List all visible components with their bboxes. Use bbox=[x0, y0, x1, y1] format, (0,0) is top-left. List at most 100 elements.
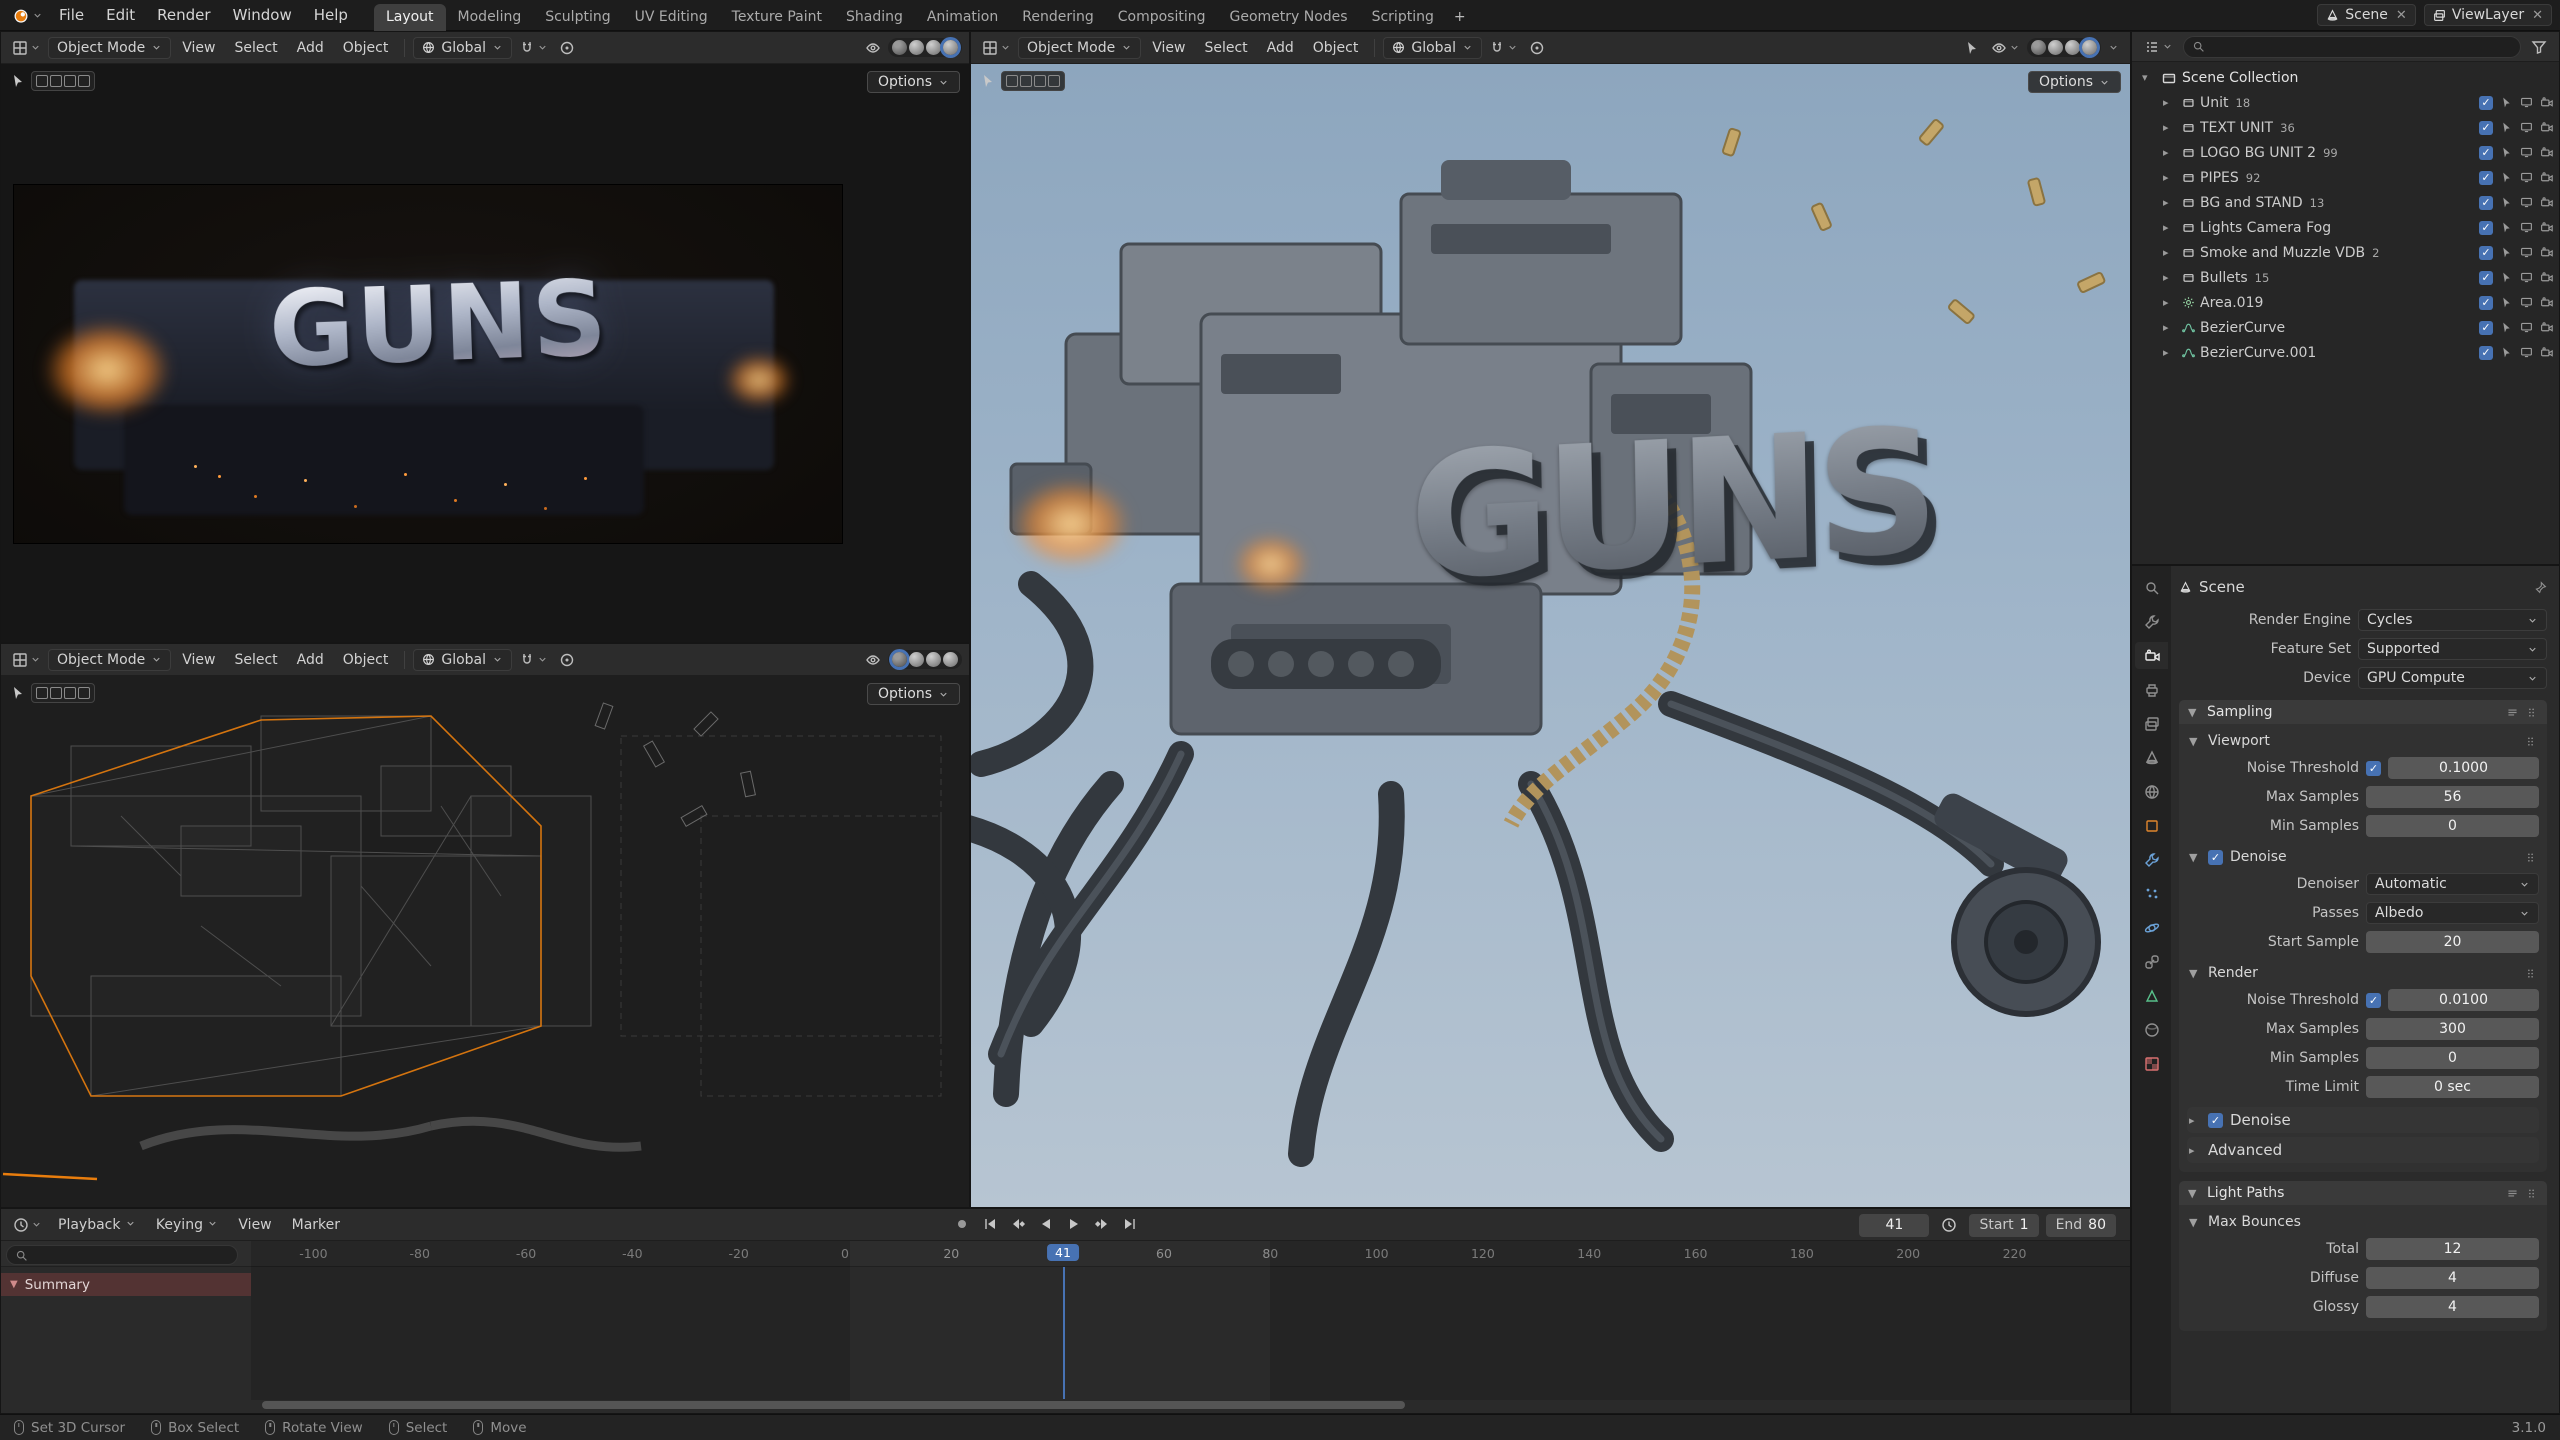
shading-material-icon[interactable] bbox=[926, 40, 941, 55]
tab-texture[interactable] bbox=[2135, 1050, 2168, 1077]
preset-icon[interactable] bbox=[2506, 706, 2519, 719]
transform-orientation-select[interactable]: Global bbox=[413, 37, 512, 59]
exclude-checkbox[interactable] bbox=[2479, 96, 2493, 110]
playhead-frame-label[interactable]: 41 bbox=[1047, 1244, 1079, 1261]
selectable-icon[interactable] bbox=[2500, 171, 2513, 184]
denoise-checkbox[interactable] bbox=[2208, 850, 2223, 865]
proportional-edit-icon[interactable] bbox=[1525, 37, 1549, 59]
select-tool-group[interactable] bbox=[31, 71, 95, 91]
outliner-item[interactable]: ▸Smoke and Muzzle VDB2 bbox=[2132, 240, 2559, 265]
previous-keyframe-button[interactable] bbox=[1005, 1212, 1031, 1236]
sampling-panel-header[interactable]: ▼Sampling bbox=[2179, 700, 2547, 724]
tab-object[interactable] bbox=[2135, 812, 2168, 839]
overlays-icon[interactable] bbox=[861, 649, 885, 671]
shading-solid-icon[interactable] bbox=[909, 40, 924, 55]
disable-in-render-icon[interactable] bbox=[2540, 271, 2553, 284]
selectable-icon[interactable] bbox=[2500, 296, 2513, 309]
max-bounces-subpanel-header[interactable]: ▼Max Bounces bbox=[2187, 1211, 2539, 1233]
viewport-menu-add[interactable]: Add bbox=[289, 38, 332, 58]
main-viewport-canvas[interactable]: Options bbox=[971, 64, 2130, 1207]
disable-in-render-icon[interactable] bbox=[2540, 296, 2553, 309]
viewport-menu-view[interactable]: View bbox=[1144, 38, 1193, 58]
viewport-subpanel-header[interactable]: ▼Viewport bbox=[2187, 730, 2539, 752]
disable-in-render-icon[interactable] bbox=[2540, 146, 2553, 159]
denoise-subpanel-header[interactable]: ▼ Denoise bbox=[2187, 846, 2539, 868]
workspace-tab-uv-editing[interactable]: UV Editing bbox=[623, 4, 720, 31]
shading-rendered-icon[interactable] bbox=[943, 40, 958, 55]
overlays-icon[interactable] bbox=[1987, 37, 2024, 59]
expand-icon[interactable]: ▸ bbox=[2163, 121, 2177, 134]
exclude-checkbox[interactable] bbox=[2479, 221, 2493, 235]
glossy-bounces-field[interactable]: 4 bbox=[2366, 1296, 2539, 1318]
expand-icon[interactable]: ▾ bbox=[2142, 71, 2156, 84]
expand-icon[interactable]: ▸ bbox=[2163, 196, 2177, 209]
playhead[interactable] bbox=[1063, 1267, 1065, 1399]
overlays-icon[interactable] bbox=[861, 37, 885, 59]
shading-wireframe-icon[interactable] bbox=[2031, 40, 2046, 55]
selectable-icon[interactable] bbox=[2500, 146, 2513, 159]
select-tool-group[interactable] bbox=[31, 683, 95, 703]
next-keyframe-button[interactable] bbox=[1089, 1212, 1115, 1236]
preset-icon[interactable] bbox=[2506, 1187, 2519, 1200]
shading-solid-icon[interactable] bbox=[909, 652, 924, 667]
tab-material[interactable] bbox=[2135, 1016, 2168, 1043]
tab-constraints[interactable] bbox=[2135, 948, 2168, 975]
current-frame-field[interactable]: 41 bbox=[1859, 1214, 1929, 1237]
menu-file[interactable]: File bbox=[49, 3, 94, 27]
exclude-checkbox[interactable] bbox=[2479, 321, 2493, 335]
start-sample-field[interactable]: 20 bbox=[2366, 931, 2539, 953]
selectable-icon[interactable] bbox=[2500, 321, 2513, 334]
scene-selector[interactable]: Scene ✕ bbox=[2317, 4, 2416, 26]
outliner-item[interactable]: ▸BezierCurve bbox=[2132, 315, 2559, 340]
shading-material-icon[interactable] bbox=[926, 652, 941, 667]
camera-viewport-canvas[interactable]: Options GUNS bbox=[1, 64, 969, 642]
workspace-tab-modeling[interactable]: Modeling bbox=[446, 4, 534, 31]
mode-select[interactable]: Object Mode bbox=[1018, 37, 1141, 59]
passes-select[interactable]: Albedo bbox=[2366, 902, 2539, 924]
device-select[interactable]: GPU Compute bbox=[2358, 667, 2547, 689]
expand-icon[interactable]: ▸ bbox=[2163, 221, 2177, 234]
snap-magnet-icon[interactable] bbox=[1485, 37, 1522, 59]
disable-in-viewport-icon[interactable] bbox=[2520, 121, 2533, 134]
advanced-collapsed-header[interactable]: ▸Advanced bbox=[2187, 1137, 2539, 1163]
workspace-tab-rendering[interactable]: Rendering bbox=[1010, 4, 1106, 31]
viewport-menu-view[interactable]: View bbox=[174, 38, 223, 58]
expand-icon[interactable]: ▸ bbox=[2163, 321, 2177, 334]
expand-icon[interactable]: ▸ bbox=[2163, 271, 2177, 284]
expand-icon[interactable]: ▸ bbox=[2163, 171, 2177, 184]
play-reverse-button[interactable] bbox=[1033, 1212, 1059, 1236]
outliner-item[interactable]: ▸TEXT UNIT36 bbox=[2132, 115, 2559, 140]
summary-channel[interactable]: ▼ Summary bbox=[1, 1273, 251, 1296]
viewlayer-remove-icon[interactable]: ✕ bbox=[2530, 8, 2543, 23]
outliner-item[interactable]: ▸LOGO BG UNIT 299 bbox=[2132, 140, 2559, 165]
timeline-menu-playback[interactable]: Playback bbox=[50, 1215, 144, 1235]
jump-to-end-button[interactable] bbox=[1117, 1212, 1143, 1236]
render-min-samples-field[interactable]: 0 bbox=[2366, 1047, 2539, 1069]
render-noise-threshold-field[interactable]: 0.0100 bbox=[2388, 989, 2539, 1011]
transform-orientation-select[interactable]: Global bbox=[413, 649, 512, 671]
active-tool-icon[interactable] bbox=[980, 73, 996, 89]
tab-particles[interactable] bbox=[2135, 880, 2168, 907]
timeline-menu-marker[interactable]: Marker bbox=[284, 1215, 348, 1235]
selectable-icon[interactable] bbox=[2500, 346, 2513, 359]
tab-world[interactable] bbox=[2135, 778, 2168, 805]
jump-to-start-button[interactable] bbox=[977, 1212, 1003, 1236]
selectable-icon[interactable] bbox=[2500, 246, 2513, 259]
time-limit-field[interactable]: 0 sec bbox=[2366, 1076, 2539, 1098]
expand-icon[interactable]: ▸ bbox=[2163, 146, 2177, 159]
viewport-menu-object[interactable]: Object bbox=[1305, 38, 1367, 58]
denoiser-select[interactable]: Automatic bbox=[2366, 873, 2539, 895]
outliner-item[interactable]: ▸Bullets15 bbox=[2132, 265, 2559, 290]
selectable-icon[interactable] bbox=[2500, 271, 2513, 284]
disable-in-render-icon[interactable] bbox=[2540, 171, 2553, 184]
feature-set-select[interactable]: Supported bbox=[2358, 638, 2547, 660]
light-paths-panel-header[interactable]: ▼Light Paths bbox=[2179, 1181, 2547, 1205]
exclude-checkbox[interactable] bbox=[2479, 196, 2493, 210]
workspace-tab-geometry-nodes[interactable]: Geometry Nodes bbox=[1218, 4, 1360, 31]
proportional-edit-icon[interactable] bbox=[555, 649, 579, 671]
scene-unlink-icon[interactable]: ✕ bbox=[2394, 8, 2407, 23]
timeline-scrollbar[interactable] bbox=[262, 1401, 1405, 1409]
timeline-menu-view[interactable]: View bbox=[230, 1215, 279, 1235]
active-tool-icon[interactable] bbox=[10, 685, 26, 701]
options-button[interactable]: Options bbox=[867, 683, 960, 705]
